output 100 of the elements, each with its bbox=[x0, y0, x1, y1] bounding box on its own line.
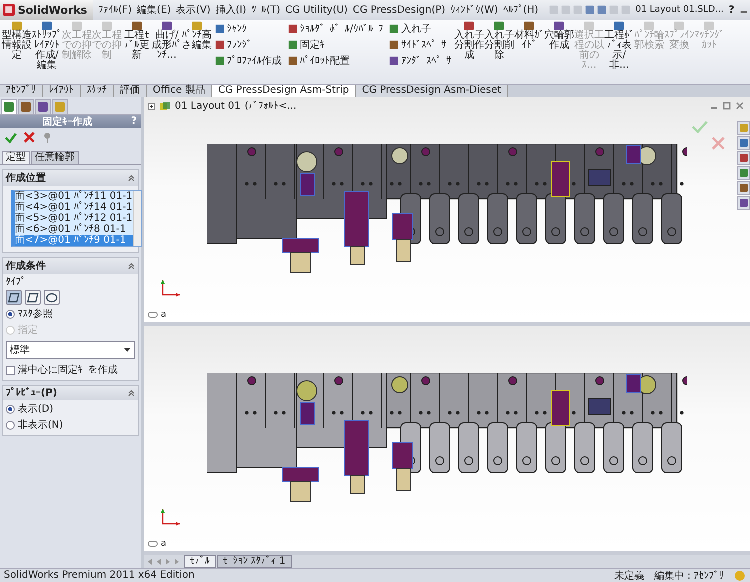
dropdown[interactable]: 標準 bbox=[6, 341, 135, 359]
ribbon-tab[interactable]: CG PressDesign Asm-Dieset bbox=[356, 85, 508, 97]
toolbar-icon bbox=[71, 21, 83, 31]
document-tab[interactable]: ﾓｰｼｮﾝ ｽﾀﾃﾞｨ 1 bbox=[217, 555, 292, 568]
tab-icon bbox=[37, 101, 49, 113]
ribbon-button[interactable]: ﾊﾟﾝﾁ高さ編集 bbox=[182, 21, 212, 51]
tree-configuration: (ﾃﾞﾌｫﾙﾄ<... bbox=[244, 100, 297, 112]
tree-label[interactable]: 01 Layout 01 bbox=[175, 100, 241, 112]
toolbar-icon bbox=[673, 21, 686, 31]
restore-icon[interactable] bbox=[723, 102, 731, 110]
checkbox-option[interactable]: 溝中心に固定ｷｰを作成 bbox=[3, 363, 138, 377]
close-icon[interactable] bbox=[736, 102, 744, 110]
radio-option[interactable]: ﾏｽﾀ参照 bbox=[3, 307, 138, 321]
confirm-check-icon[interactable] bbox=[692, 121, 708, 133]
list-item[interactable]: 面<6>@01 ﾊﾟﾝﾁ8 01-1 bbox=[15, 224, 133, 235]
panel-tab[interactable] bbox=[1, 99, 17, 114]
help-button[interactable]: ? bbox=[728, 4, 735, 16]
ribbon-button[interactable]: 穴輪郭作成 bbox=[544, 21, 574, 51]
menu-item[interactable]: 編集(E) bbox=[137, 3, 172, 17]
toolbar-icon bbox=[131, 21, 143, 31]
list-item[interactable]: 面<7>@01 ﾊﾟﾝﾁ9 01-1 bbox=[15, 235, 133, 246]
menu-item[interactable]: CG PressDesign(P) bbox=[352, 4, 446, 16]
ribbon-tab[interactable]: CG PressDesign Asm-Strip bbox=[212, 85, 356, 97]
toolbar-icon bbox=[389, 24, 400, 34]
ribbon-button[interactable]: ﾌﾗﾝｼﾞ bbox=[215, 38, 282, 51]
expand-icon[interactable] bbox=[148, 102, 155, 110]
panel-tab[interactable] bbox=[18, 99, 34, 114]
axis-triad-icon bbox=[160, 507, 182, 527]
ribbon-button[interactable]: 入れ子 bbox=[389, 22, 452, 35]
ribbon-tab[interactable]: ﾚｲｱｳﾄ bbox=[43, 85, 81, 97]
ribbon-button[interactable]: 工程ﾓﾃﾞﾙ更新 bbox=[122, 21, 152, 61]
ribbon-button[interactable]: ｻｲﾄﾞｽﾍﾟｰｻ bbox=[389, 38, 452, 51]
type-button[interactable] bbox=[44, 290, 60, 305]
sub-tab[interactable]: 任意輪郭 bbox=[31, 151, 79, 164]
panel-tab[interactable] bbox=[35, 99, 51, 114]
logo-icon bbox=[3, 4, 15, 16]
list-item[interactable]: 面<5>@01 ﾊﾟﾝﾁ12 01-1 bbox=[15, 213, 133, 224]
list-item[interactable]: 面<3>@01 ﾊﾟﾝﾁ11 01-1 bbox=[15, 191, 133, 202]
pane-label: a bbox=[161, 310, 167, 320]
ribbon-button[interactable]: 入れ子分割作成 bbox=[454, 21, 484, 61]
status-state: 未定義 bbox=[614, 570, 644, 582]
ribbon-button[interactable]: 型構造情報設定 bbox=[2, 21, 32, 61]
document-tab[interactable]: ﾓﾃﾞﾙ bbox=[184, 555, 216, 568]
task-pane-tab[interactable] bbox=[737, 181, 750, 195]
ribbon-button[interactable]: ｱﾝﾀﾞｰｽﾍﾟｰｻ bbox=[389, 54, 452, 67]
quick-access-icon[interactable] bbox=[596, 5, 607, 15]
collapse-icon[interactable] bbox=[128, 262, 135, 270]
task-pane-tab[interactable] bbox=[737, 196, 750, 210]
menu-item[interactable]: ﾍﾙﾌﾟ(H) bbox=[503, 4, 539, 16]
ribbon-button[interactable]: 固定ｷｰ bbox=[288, 38, 384, 51]
toolbar-icon bbox=[191, 21, 203, 31]
menu-item[interactable]: ﾂｰﾙ(T) bbox=[252, 4, 281, 16]
task-pane-tab[interactable] bbox=[737, 151, 750, 165]
ribbon-button[interactable]: 材料ｶﾞｲﾄﾞ bbox=[514, 21, 544, 51]
toolbar-icon bbox=[101, 21, 113, 31]
ribbon-button[interactable]: ｼｮﾙﾀﾞｰﾎﾞｰﾙ/ｳﾊﾞﾙｰﾌ bbox=[288, 22, 384, 35]
ribbon-button[interactable]: 曲げ/成形ﾊﾟﾝﾁ... bbox=[152, 21, 182, 61]
quick-access-icon[interactable] bbox=[584, 5, 595, 15]
section-header[interactable]: 作成位置 bbox=[3, 170, 138, 186]
menu-item[interactable]: ｳｨﾝﾄﾞｳ(W) bbox=[450, 4, 498, 16]
pushpin-icon[interactable] bbox=[42, 132, 53, 143]
menu-item[interactable]: ﾌｧｲﾙ(F) bbox=[98, 4, 132, 16]
radio-option[interactable]: 表示(D) bbox=[3, 402, 138, 416]
cancel-icon[interactable] bbox=[712, 137, 725, 150]
ok-check-icon[interactable] bbox=[5, 132, 17, 144]
status-product: SolidWorks Premium 2011 x64 Edition bbox=[4, 570, 195, 581]
tab-icon bbox=[20, 101, 32, 113]
ribbon-button[interactable]: 入れ子分割削除 bbox=[484, 21, 514, 61]
ribbon-tab[interactable]: Office 製品 bbox=[147, 85, 212, 97]
ribbon-tab[interactable]: ｽｹｯﾁ bbox=[81, 85, 114, 97]
menu-item[interactable]: 表示(V) bbox=[176, 3, 211, 17]
ribbon-button[interactable]: ﾊﾟｲﾛｯﾄ配置 bbox=[288, 54, 384, 67]
toolbar-icon bbox=[583, 21, 596, 31]
ribbon-button[interactable]: ｽﾄﾘｯﾌﾟﾚｲｱｳﾄ作成/編集 bbox=[32, 21, 62, 71]
ribbon-button[interactable]: 工程ﾎﾞﾃﾞｨ表示/非... bbox=[604, 21, 634, 71]
ribbon-button[interactable]: ﾌﾟﾛﾌｧｲﾙ作成 bbox=[215, 54, 282, 67]
menu-item[interactable]: CG Utility(U) bbox=[286, 4, 348, 16]
plate-icon bbox=[8, 292, 20, 302]
ribbon-tab[interactable]: ｱｾﾝﾌﾞﾘ bbox=[0, 85, 43, 97]
section-header[interactable]: 作成条件 bbox=[3, 258, 138, 274]
collapse-icon[interactable] bbox=[128, 390, 135, 396]
radio-option[interactable]: 非表示(N) bbox=[3, 418, 138, 432]
list-item[interactable]: 面<4>@01 ﾊﾟﾝﾁ14 01-1 bbox=[15, 202, 133, 213]
type-button[interactable] bbox=[6, 290, 22, 305]
sub-tab[interactable]: 定型 bbox=[2, 151, 30, 164]
task-pane-tab[interactable] bbox=[737, 136, 750, 150]
collapse-icon[interactable] bbox=[128, 174, 135, 182]
cancel-icon[interactable] bbox=[24, 132, 35, 143]
viewport-pane[interactable]: a bbox=[144, 326, 750, 555]
tab-icon bbox=[54, 101, 66, 113]
section-title: ﾌﾟﾚﾋﾞｭｰ(P) bbox=[6, 387, 58, 399]
ribbon-button[interactable]: ｼｬﾝｸ bbox=[215, 22, 282, 35]
assembly-icon bbox=[159, 100, 171, 112]
ribbon-tab[interactable]: 評価 bbox=[114, 85, 147, 97]
menu-item[interactable]: 挿入(I) bbox=[216, 3, 247, 17]
app-logo[interactable]: SolidWorks bbox=[0, 0, 94, 20]
section-header[interactable]: ﾌﾟﾚﾋﾞｭｰ(P) bbox=[3, 386, 138, 400]
type-button[interactable] bbox=[25, 290, 41, 305]
task-pane-tab[interactable] bbox=[737, 166, 750, 180]
toolbar-icon bbox=[553, 21, 566, 31]
